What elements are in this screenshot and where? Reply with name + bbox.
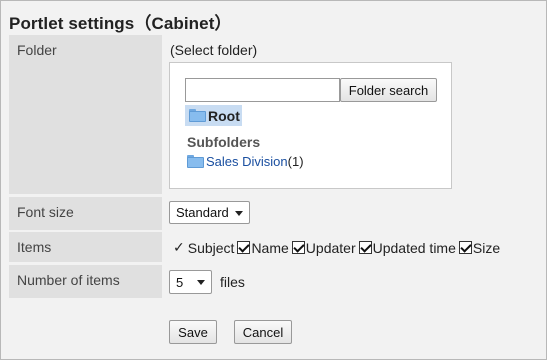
folder-search-input[interactable] xyxy=(185,78,340,102)
folder-label: Folder xyxy=(9,35,162,194)
item-size-checkbox[interactable] xyxy=(458,241,472,254)
page-title: Portlet settings（Cabinet） xyxy=(9,14,232,33)
folder-search-button[interactable]: Folder search xyxy=(340,78,437,102)
font-size-label: Font size xyxy=(9,197,162,230)
folder-icon xyxy=(187,155,204,168)
folder-tree-panel: Folder search Root Subfolders Sales Divi… xyxy=(169,62,452,189)
number-of-items-select[interactable]: 5 xyxy=(169,270,212,294)
items-options: ✓ Subject Name Updater Updated time Size xyxy=(173,239,500,256)
item-updated-time-label: Updated time xyxy=(372,239,456,256)
item-name-label: Name xyxy=(251,239,289,256)
font-size-value: Standard xyxy=(176,205,229,220)
save-button[interactable]: Save xyxy=(169,320,217,344)
items-label: Items xyxy=(9,232,162,262)
number-of-items-label: Number of items xyxy=(9,265,162,298)
font-size-select[interactable]: Standard xyxy=(169,201,250,224)
item-updated-time-checkbox[interactable] xyxy=(358,241,372,254)
folder-icon xyxy=(189,109,206,122)
portlet-settings-panel: Portlet settings（Cabinet） Folder (Select… xyxy=(0,0,547,360)
item-size-label: Size xyxy=(472,239,501,256)
select-folder-text: (Select folder) xyxy=(170,42,258,58)
chevron-down-icon xyxy=(197,280,205,285)
number-of-items-value: 5 xyxy=(176,274,184,290)
subfolder-link-sales-division[interactable]: Sales Division xyxy=(206,154,288,169)
files-unit-label: files xyxy=(220,274,245,290)
chevron-down-icon xyxy=(235,211,243,216)
root-folder-label: Root xyxy=(208,107,240,124)
item-name-checkbox[interactable] xyxy=(237,241,251,254)
subfolder-count: (1) xyxy=(287,154,304,169)
checkmark-icon: ✓ xyxy=(173,239,185,255)
cancel-button[interactable]: Cancel xyxy=(234,320,292,344)
item-updater-label: Updater xyxy=(305,239,356,256)
subfolders-heading: Subfolders xyxy=(187,134,261,150)
item-updater-checkbox[interactable] xyxy=(291,241,305,254)
subfolder-item: Sales Division (1) xyxy=(187,154,304,169)
item-subject-label: Subject xyxy=(187,239,235,256)
root-folder-node[interactable]: Root xyxy=(185,105,242,126)
